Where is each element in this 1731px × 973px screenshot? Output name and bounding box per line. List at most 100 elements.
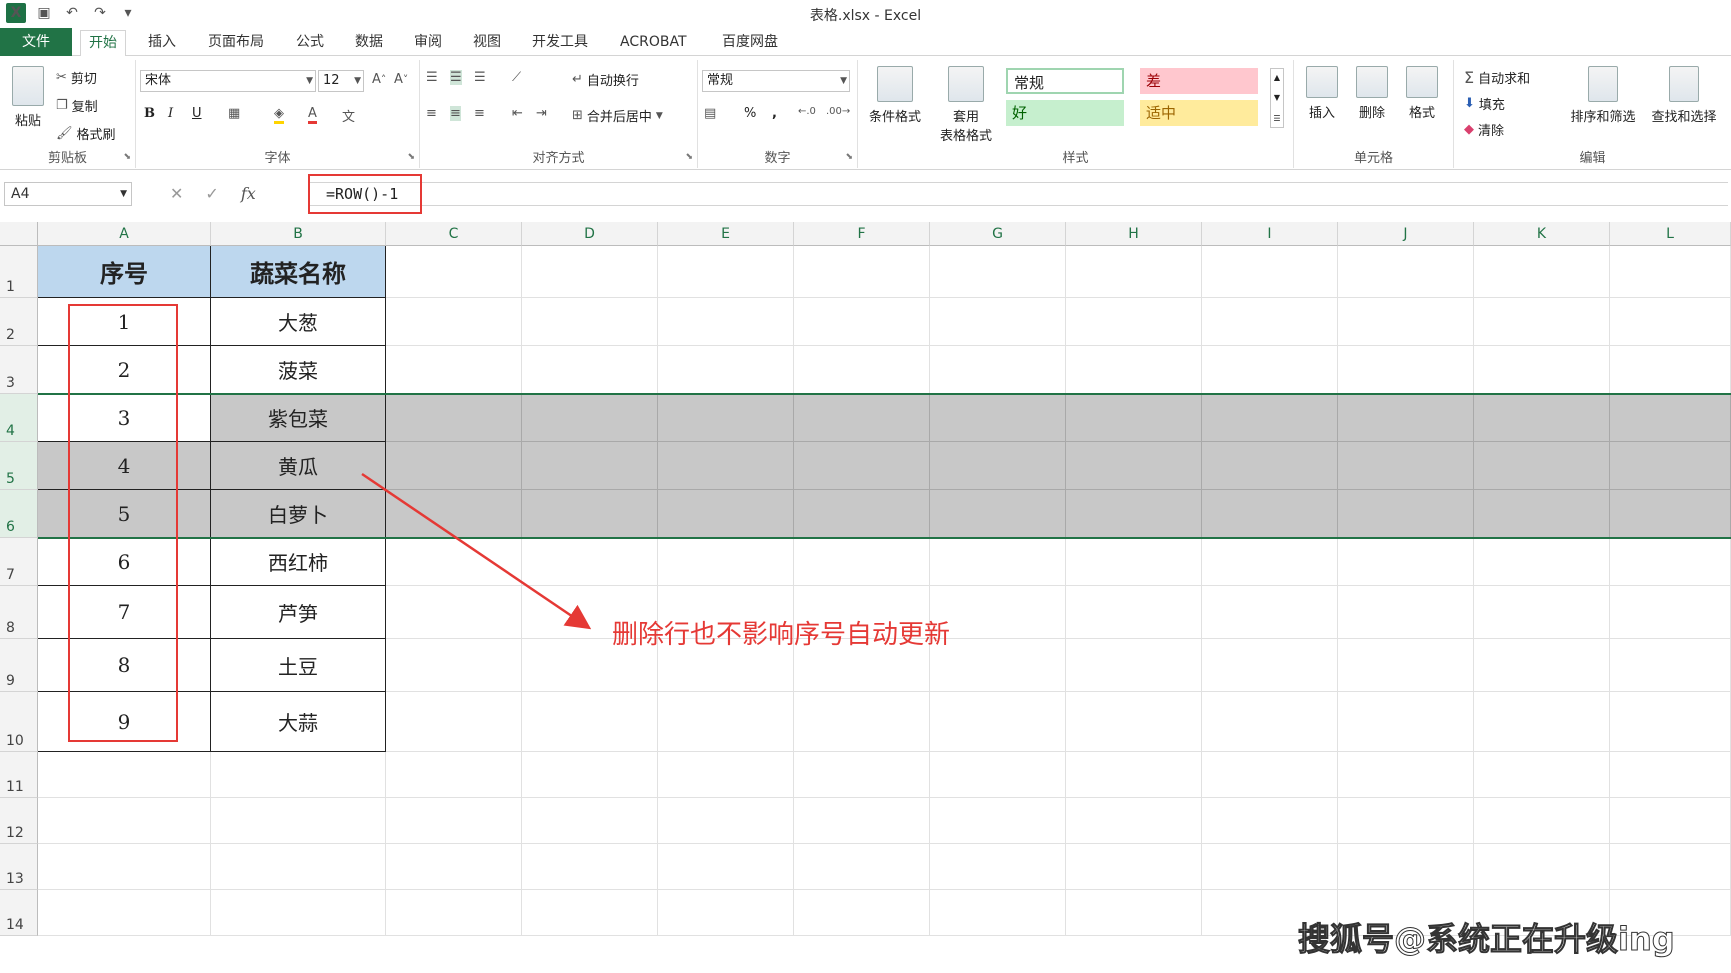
name-box[interactable]: A4 ▼ — [4, 182, 132, 206]
cell[interactable] — [658, 692, 794, 752]
increase-indent-button[interactable]: ⇥ — [536, 106, 547, 121]
cell[interactable] — [1610, 844, 1731, 890]
cell[interactable] — [522, 752, 658, 798]
shrink-font-button[interactable]: A ˅ — [394, 72, 408, 87]
top-align-button[interactable]: ☰ — [426, 70, 438, 85]
merge-center-button[interactable]: ⊞ 合并后居中 ▼ — [572, 106, 663, 125]
paste-button[interactable]: 粘贴 — [6, 66, 50, 129]
tab-data[interactable]: 数据 — [347, 30, 391, 56]
cell[interactable] — [930, 890, 1066, 936]
row-header-8[interactable]: 8 — [0, 586, 38, 639]
tab-review[interactable]: 审阅 — [406, 30, 450, 56]
worksheet-grid[interactable]: A B C D E F G H I J K L 1 2 3 4 5 6 7 8 9 10 11 12 13 14 序号 蔬菜名称 1 大葱… — [0, 222, 1731, 973]
cell[interactable] — [386, 844, 522, 890]
cell[interactable] — [1610, 752, 1731, 798]
cell[interactable] — [1202, 246, 1338, 298]
cell[interactable] — [1474, 639, 1610, 692]
cut-button[interactable]: ✂ 剪切 — [56, 68, 97, 87]
cell[interactable] — [658, 890, 794, 936]
cell[interactable] — [794, 844, 930, 890]
cell[interactable] — [522, 298, 658, 346]
cell[interactable] — [658, 752, 794, 798]
cell[interactable] — [794, 692, 930, 752]
cell[interactable] — [1066, 586, 1202, 639]
cell[interactable] — [794, 752, 930, 798]
cell[interactable] — [930, 639, 1066, 692]
cell[interactable] — [930, 298, 1066, 346]
cell[interactable] — [1202, 346, 1338, 394]
cell[interactable] — [386, 538, 522, 586]
fill-button[interactable]: ⬇ 填充 — [1464, 94, 1505, 113]
cell[interactable] — [1066, 692, 1202, 752]
underline-button[interactable]: U — [192, 106, 202, 121]
cell[interactable] — [1338, 692, 1474, 752]
cell[interactable] — [1338, 639, 1474, 692]
style-normal[interactable]: 常规 — [1006, 68, 1124, 94]
cell[interactable] — [386, 246, 522, 298]
row-header-11[interactable]: 11 — [0, 752, 38, 798]
styles-scroll[interactable]: ▲ ▼ ☰ — [1270, 68, 1284, 128]
cell[interactable] — [794, 538, 930, 586]
row-header-2[interactable]: 2 — [0, 298, 38, 346]
cell[interactable] — [658, 298, 794, 346]
alignment-launcher-icon[interactable]: ⬊ — [685, 152, 693, 162]
cell[interactable] — [1610, 586, 1731, 639]
cell[interactable] — [794, 298, 930, 346]
autosum-button[interactable]: Σ 自动求和 — [1464, 68, 1530, 87]
cell[interactable] — [386, 890, 522, 936]
cell[interactable] — [522, 692, 658, 752]
cell[interactable] — [38, 752, 211, 798]
vegetable-cell[interactable]: 土豆 — [211, 639, 386, 692]
cell[interactable] — [794, 798, 930, 844]
cell[interactable] — [1202, 752, 1338, 798]
cell[interactable] — [1066, 752, 1202, 798]
cell[interactable] — [1474, 752, 1610, 798]
cell[interactable] — [1066, 298, 1202, 346]
cell[interactable] — [930, 844, 1066, 890]
cell[interactable] — [211, 844, 386, 890]
sort-filter-button[interactable]: 排序和筛选 — [1566, 66, 1640, 125]
cancel-icon[interactable]: ✕ — [170, 184, 183, 203]
cell[interactable] — [38, 798, 211, 844]
cell[interactable] — [1202, 586, 1338, 639]
cell[interactable] — [1066, 798, 1202, 844]
bold-button[interactable]: B — [144, 106, 155, 121]
cell[interactable] — [386, 798, 522, 844]
decrease-indent-button[interactable]: ⇤ — [512, 106, 523, 121]
cell[interactable] — [1474, 298, 1610, 346]
cell[interactable] — [522, 890, 658, 936]
font-launcher-icon[interactable]: ⬊ — [407, 152, 415, 162]
cell[interactable] — [1338, 538, 1474, 586]
insert-cells-button[interactable]: 插入 — [1300, 66, 1344, 121]
cell[interactable] — [930, 346, 1066, 394]
find-select-button[interactable]: 查找和选择 — [1646, 66, 1722, 125]
row-header-9[interactable]: 9 — [0, 639, 38, 692]
cell[interactable] — [1474, 844, 1610, 890]
cell[interactable] — [1474, 586, 1610, 639]
cell[interactable] — [1202, 639, 1338, 692]
format-cells-button[interactable]: 格式 — [1400, 66, 1444, 121]
cell[interactable] — [794, 246, 930, 298]
cell[interactable] — [1338, 798, 1474, 844]
cell[interactable] — [1610, 246, 1731, 298]
number-format-combo[interactable]: 常规 ▼ — [702, 70, 850, 92]
cell[interactable] — [1338, 844, 1474, 890]
format-as-table-button[interactable]: 套用 表格格式 — [930, 66, 1002, 144]
comma-button[interactable]: , — [772, 106, 777, 121]
borders-button[interactable]: ▦ — [228, 106, 240, 121]
tab-developer[interactable]: 开发工具 — [524, 30, 596, 56]
tab-formulas[interactable]: 公式 — [288, 30, 332, 56]
cell[interactable] — [1066, 538, 1202, 586]
cell[interactable] — [386, 692, 522, 752]
row-header-7[interactable]: 7 — [0, 538, 38, 586]
cell[interactable] — [1610, 692, 1731, 752]
tab-insert[interactable]: 插入 — [140, 30, 184, 56]
style-good[interactable]: 好 — [1006, 100, 1124, 126]
cell[interactable] — [794, 890, 930, 936]
row-header-10[interactable]: 10 — [0, 692, 38, 752]
column-header-f[interactable]: F — [794, 222, 930, 246]
row-header-13[interactable]: 13 — [0, 844, 38, 890]
column-header-k[interactable]: K — [1474, 222, 1610, 246]
cell[interactable] — [1202, 844, 1338, 890]
formula-input[interactable]: =ROW()-1 — [308, 182, 1728, 206]
